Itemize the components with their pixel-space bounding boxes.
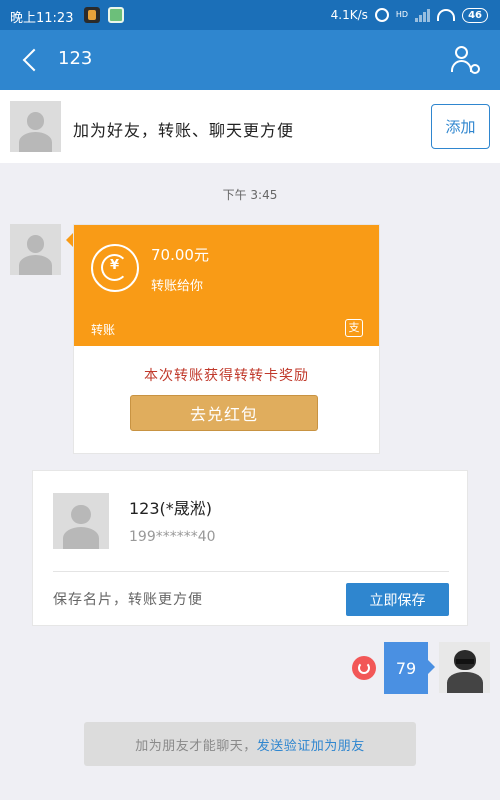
divider	[53, 571, 449, 572]
notice-text: 加为朋友才能聊天，	[135, 738, 257, 754]
transfer-header[interactable]: ¥ 70.00元 转账给你 转账 支	[74, 225, 379, 346]
hd-icon: HD	[395, 10, 409, 19]
user-settings-icon[interactable]	[450, 44, 480, 76]
status-bar: 晚上11:23 4.1K/s HD 46	[0, 0, 500, 30]
contact-card-avatar	[53, 493, 109, 549]
outgoing-message-bubble[interactable]: 79	[384, 642, 428, 694]
alipay-icon: 支	[345, 319, 363, 337]
my-avatar[interactable]	[439, 642, 490, 693]
bubble-tail-right	[428, 660, 435, 674]
status-time: 晚上11:23	[10, 11, 74, 26]
transfer-exchange-icon: ¥	[91, 244, 139, 292]
back-arrow-icon[interactable]	[16, 44, 48, 76]
alarm-icon	[374, 8, 389, 22]
transfer-subtitle: 转账给你	[151, 279, 204, 294]
friend-required-notice: 加为朋友才能聊天， 发送验证加为朋友	[84, 722, 416, 766]
save-contact-button[interactable]: 立即保存	[346, 583, 449, 616]
transfer-message-card[interactable]: ¥ 70.00元 转账给你 转账 支 本次转账获得转转卡奖励 去兑红包	[73, 224, 380, 454]
transfer-amount: 70.00元	[151, 246, 209, 264]
redeem-red-packet-button[interactable]: 去兑红包	[130, 395, 318, 431]
contact-card[interactable]: 123(*晟淞) 199******40 保存名片，转账更方便 立即保存	[32, 470, 468, 626]
android-notification-icon	[108, 7, 124, 23]
transfer-type-label: 转账	[91, 323, 116, 337]
sender-avatar[interactable]	[10, 224, 61, 275]
network-speed: 4.1K/s	[330, 8, 368, 22]
chat-header: 123	[0, 30, 500, 90]
signal-icon	[415, 8, 431, 22]
battery-icon: 46	[462, 7, 488, 23]
add-friend-button[interactable]: 添加	[431, 104, 490, 149]
add-friend-banner: 加为好友，转账、聊天更方便 添加	[0, 90, 500, 163]
send-verification-link[interactable]: 发送验证加为朋友	[257, 735, 365, 754]
chat-title: 123	[58, 48, 93, 69]
wifi-icon	[437, 9, 456, 21]
app-notification-icon	[84, 7, 100, 23]
contact-phone: 199******40	[129, 529, 216, 545]
contact-name: 123(*晟淞)	[129, 499, 213, 518]
add-friend-prompt: 加为好友，转账、聊天更方便	[73, 121, 295, 140]
resend-icon[interactable]	[352, 656, 376, 680]
contact-avatar[interactable]	[10, 101, 61, 152]
message-timestamp: 下午 3:45	[222, 188, 278, 202]
reward-text: 本次转账获得转转卡奖励	[144, 368, 309, 384]
status-indicators: 4.1K/s HD 46	[331, 6, 488, 24]
save-contact-hint: 保存名片，转账更方便	[53, 592, 203, 608]
